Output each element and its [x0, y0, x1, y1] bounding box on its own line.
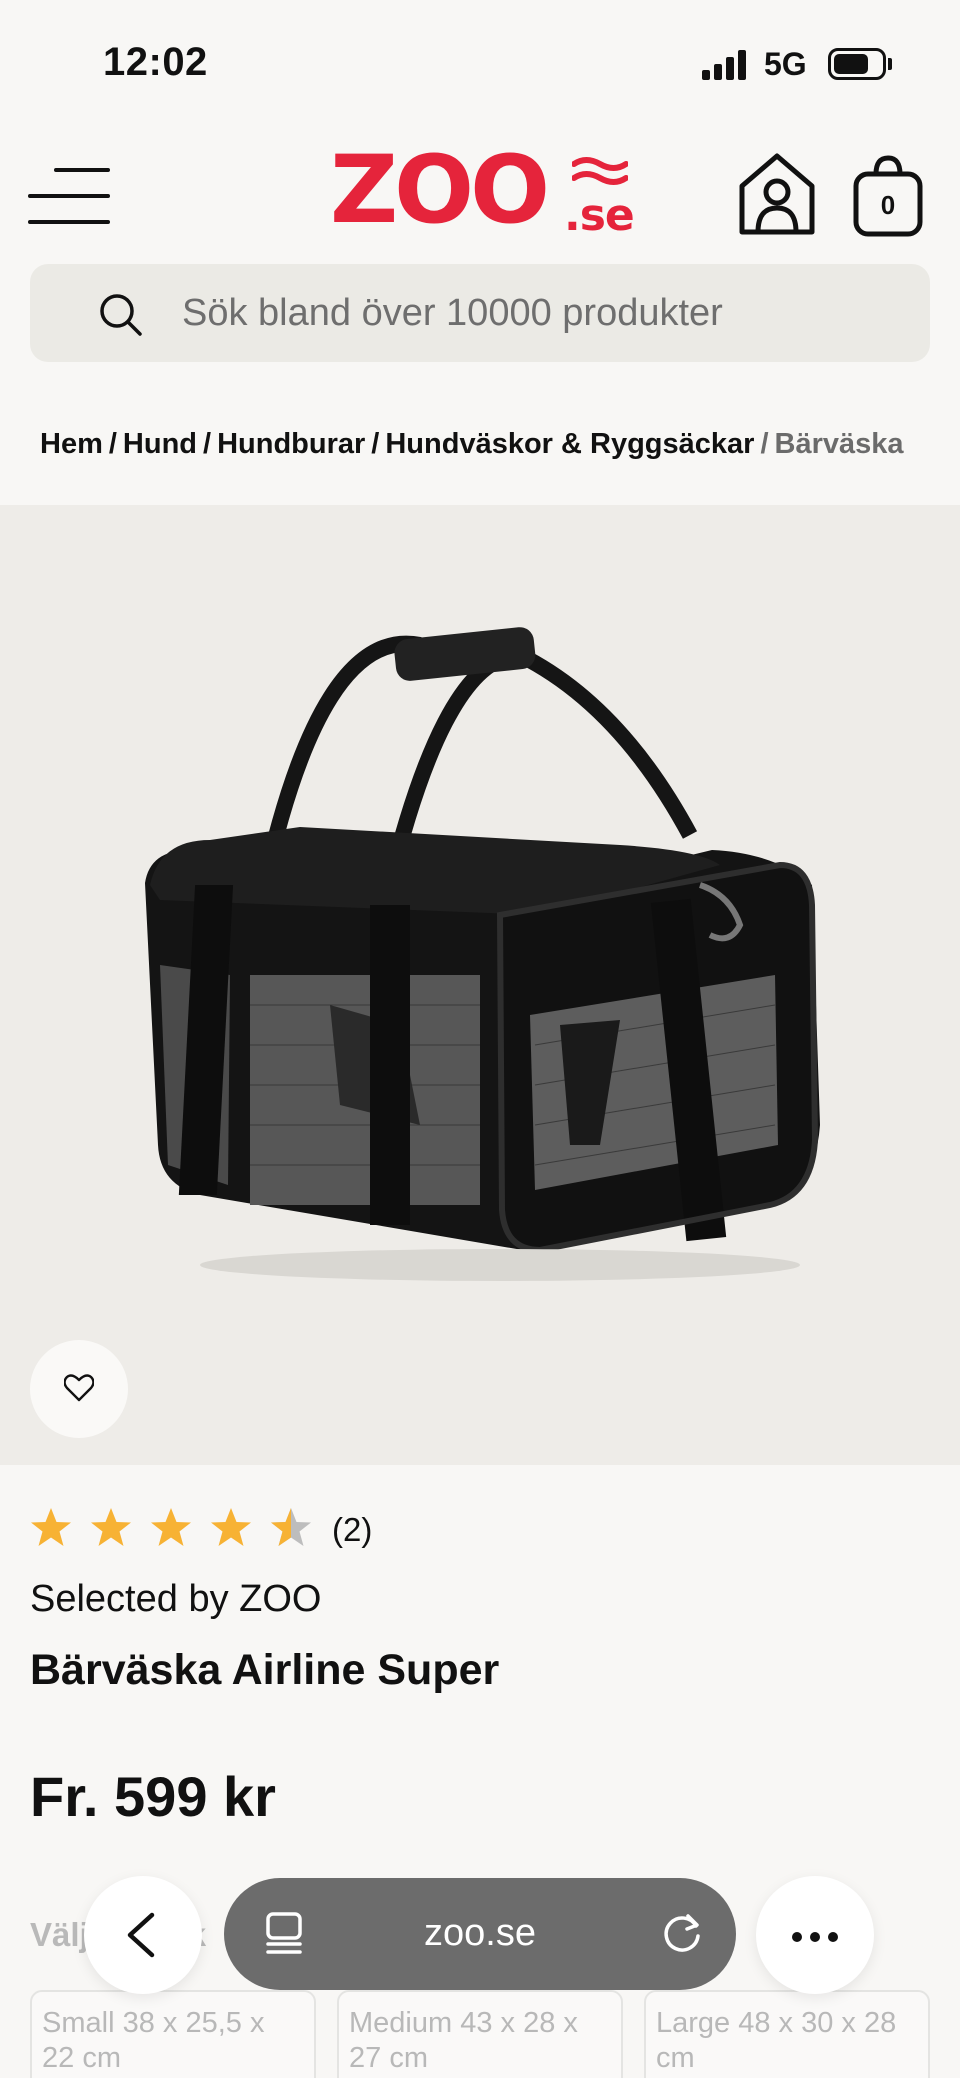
logo-text: ZOO [330, 136, 550, 245]
carrier-bag-illustration [145, 627, 820, 1281]
back-button[interactable] [84, 1876, 202, 1994]
product-price: Fr. 599 kr [30, 1765, 276, 1828]
address-bar[interactable]: zoo.se [224, 1878, 736, 1990]
status-bar: 12:02 5G [0, 0, 960, 120]
breadcrumb-separator: / [371, 428, 380, 460]
house-icon[interactable] [736, 150, 818, 236]
breadcrumb-item-hundvaskor[interactable]: Hundväskor & Ryggsäckar [385, 428, 754, 460]
logo-waves-icon [572, 157, 628, 185]
search-input[interactable]: Sök bland över 10000 produkter [30, 264, 930, 362]
zoo-logo[interactable]: ZOO .se [330, 136, 640, 246]
breadcrumb-item-hund[interactable]: Hund [123, 428, 197, 460]
breadcrumb-item-hem[interactable]: Hem [40, 428, 103, 460]
breadcrumb-separator: / [760, 428, 769, 460]
favorite-button[interactable] [30, 1340, 128, 1438]
logo-suffix: .se [564, 190, 635, 241]
star-icon [31, 1508, 71, 1546]
star-half-icon [271, 1508, 311, 1546]
search-icon [100, 294, 142, 336]
network-label: 5G [764, 46, 807, 82]
variant-medium[interactable]: Medium 43 x 28 x 27 cm [337, 1990, 623, 2078]
breadcrumb-separator: / [108, 428, 117, 460]
product-title: Bärväska Airline Super [30, 1646, 500, 1694]
breadcrumb-item-hundburar[interactable]: Hundburar [217, 428, 365, 460]
star-icon [91, 1508, 131, 1546]
search-placeholder: Sök bland över 10000 produkter [182, 292, 723, 334]
more-icon[interactable] [756, 1876, 874, 1994]
status-time: 12:02 [103, 40, 208, 84]
review-count[interactable]: (2) [332, 1511, 372, 1549]
variant-small[interactable]: Small 38 x 25,5 x 22 cm [30, 1990, 316, 2078]
reload-icon[interactable] [660, 1910, 706, 1956]
product-image[interactable] [0, 505, 960, 1465]
heart-icon [64, 1374, 94, 1402]
star-icon [211, 1508, 251, 1546]
breadcrumb-separator: / [203, 428, 212, 460]
product-brand[interactable]: Selected by ZOO [30, 1578, 321, 1621]
site-header: ZOO .se 0 [0, 130, 960, 250]
menu-icon[interactable] [28, 168, 110, 224]
cart-icon[interactable]: 0 [852, 154, 924, 238]
breadcrumb: Hem / Hund / Hundburar / Hundväskor & Ryggsäck… [40, 428, 960, 468]
breadcrumb-current: Bärväska [774, 428, 904, 460]
chevron-left-icon [127, 1912, 155, 1958]
signal-icon [702, 50, 750, 80]
battery-icon [828, 48, 892, 80]
variant-large[interactable]: Large 48 x 30 x 28 cm [644, 1990, 930, 2078]
cart-count: 0 [880, 190, 896, 220]
star-icon [151, 1508, 191, 1546]
